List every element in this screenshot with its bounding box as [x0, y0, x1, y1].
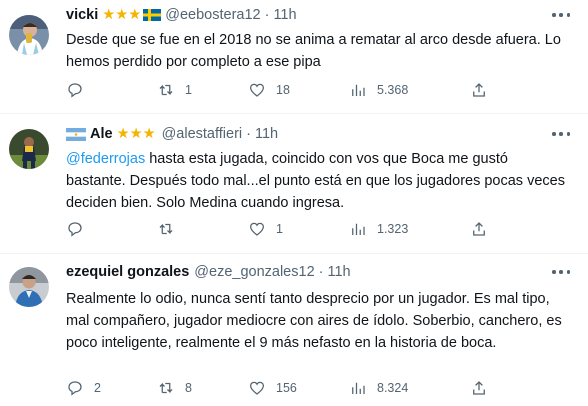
tweet-header: Ale ★★★ @alestaffieri · 11h [66, 124, 278, 144]
more-options-icon[interactable] [552, 12, 570, 18]
share-button[interactable] [470, 80, 498, 100]
retweet-icon [159, 223, 173, 235]
reply-button[interactable] [66, 219, 94, 239]
views-button[interactable]: 8.324 [349, 378, 408, 398]
display-name[interactable]: ezequiel gonzales [66, 264, 189, 280]
more-options-icon[interactable] [552, 131, 570, 137]
display-name[interactable]: vicki [66, 7, 98, 23]
separator-dot: · [318, 264, 324, 280]
share-button[interactable] [470, 219, 498, 239]
views-chart-icon [352, 382, 365, 394]
tweet-feed: vicki ★★★ @eebostera12 · 11h Desde que s… [0, 0, 588, 406]
separator-dot: · [246, 126, 251, 142]
tweet-text: Desde que se fue en el 2018 no se anima … [66, 32, 561, 70]
mention-link[interactable]: @federrojas [66, 151, 145, 167]
tweet-vicki[interactable]: vicki ★★★ @eebostera12 · 11h Desde que s… [0, 0, 588, 114]
reply-icon [68, 222, 82, 237]
timestamp[interactable]: 11h [327, 264, 350, 280]
timestamp[interactable]: 11h [273, 7, 296, 23]
reply-button[interactable]: 2 [66, 378, 101, 398]
heart-icon [249, 381, 265, 395]
avatar[interactable] [9, 15, 49, 55]
tweet-ale[interactable]: Ale ★★★ @alestaffieri · 11h @federrojas … [0, 114, 588, 254]
retweet-button[interactable]: 8 [157, 378, 192, 398]
like-button[interactable]: 18 [248, 80, 290, 100]
tweet-actions: 2 8 156 8.324 [66, 378, 571, 398]
tweet-header: vicki ★★★ @eebostera12 · 11h [66, 5, 297, 25]
user-handle[interactable]: @alestaffieri [162, 126, 243, 142]
reply-icon [68, 381, 82, 396]
tweet-text: @federrojas hasta esta jugada, coincido … [66, 148, 571, 214]
tweet-actions: 1 1.323 [66, 219, 571, 239]
more-options-icon[interactable] [552, 269, 570, 275]
heart-icon [249, 222, 265, 236]
avatar[interactable] [9, 267, 49, 307]
reply-icon [68, 83, 82, 98]
argentina-flag-icon [66, 127, 86, 141]
sweden-flag-icon [143, 9, 162, 21]
tweet-header: ezequiel gonzales @eze_gonzales12 · 11h [66, 262, 351, 282]
views-chart-icon [352, 223, 365, 235]
star-emojis: ★★★ [116, 126, 156, 142]
like-button[interactable]: 1 [248, 219, 283, 239]
like-count: 1 [276, 222, 283, 236]
timestamp[interactable]: 11h [255, 126, 278, 142]
retweet-button[interactable] [157, 219, 185, 239]
share-button[interactable] [470, 378, 498, 398]
avatar[interactable] [9, 129, 49, 169]
retweet-icon [159, 84, 173, 96]
user-handle[interactable]: @eze_gonzales12 [194, 264, 314, 280]
retweet-count: 1 [185, 83, 192, 97]
retweet-button[interactable]: 1 [157, 80, 192, 100]
views-button[interactable]: 1.323 [349, 219, 408, 239]
separator-dot: · [264, 7, 270, 23]
view-count: 8.324 [377, 381, 409, 395]
reply-count: 2 [94, 381, 101, 395]
share-icon [473, 381, 485, 395]
tweet-text: Realmente lo odio, nunca sentí tanto des… [66, 291, 562, 351]
retweet-icon [159, 382, 173, 394]
view-count: 1.323 [377, 222, 409, 236]
tweet-ezequiel[interactable]: ezequiel gonzales @eze_gonzales12 · 11h … [0, 254, 588, 406]
share-icon [473, 222, 485, 236]
star-emojis: ★★★ [102, 7, 142, 23]
reply-button[interactable] [66, 80, 94, 100]
share-icon [473, 83, 485, 97]
heart-icon [249, 83, 265, 97]
like-button[interactable]: 156 [248, 378, 297, 398]
user-handle[interactable]: @eebostera12 [165, 7, 260, 23]
like-count: 18 [276, 83, 290, 97]
retweet-count: 8 [185, 381, 192, 395]
like-count: 156 [276, 381, 297, 395]
views-chart-icon [352, 84, 365, 96]
view-count: 5.368 [377, 83, 409, 97]
display-name[interactable]: Ale [90, 126, 113, 142]
tweet-actions: 1 18 5.368 [66, 80, 571, 100]
views-button[interactable]: 5.368 [349, 80, 408, 100]
